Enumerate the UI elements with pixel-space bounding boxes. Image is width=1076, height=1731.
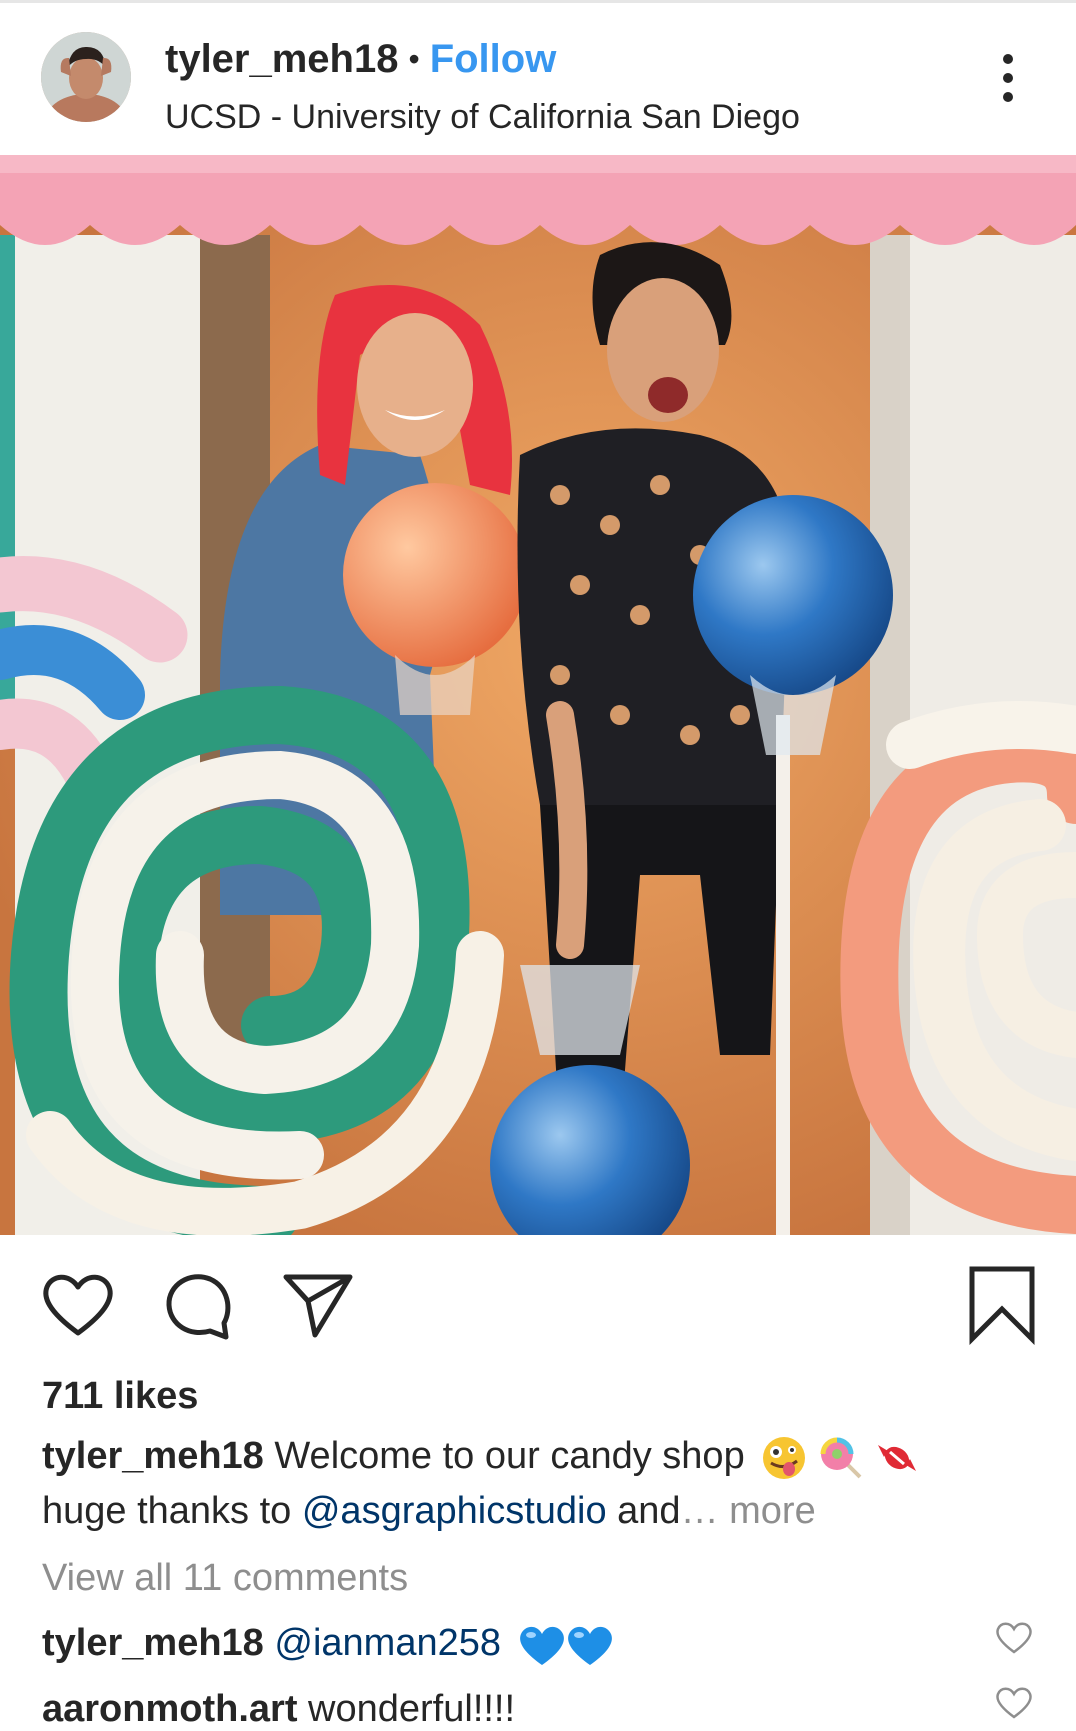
small-heart-icon[interactable] [994,1683,1034,1723]
heart-outline-icon[interactable] [38,1265,118,1345]
separator-dot: • [408,40,420,77]
action-bar [0,1265,1076,1345]
follow-button[interactable]: Follow [430,37,557,82]
caption-mention[interactable]: @asgraphicstudio [302,1490,607,1532]
caption-emojis [761,1435,920,1481]
caption-line2-prefix: huge thanks to [42,1490,302,1532]
more-link[interactable]: more [719,1490,816,1532]
view-all-comments-link[interactable]: View all 11 comments [42,1557,408,1600]
caption-line2-suffix: and [606,1490,681,1532]
comment-row: tyler_meh18 @ianman258 [42,1622,614,1667]
comment-username[interactable]: aaronmoth.art [42,1688,297,1730]
lollipop-emoji-icon [820,1437,862,1479]
caption-text: Welcome to our candy shop [274,1435,745,1478]
vertical-ellipsis-icon[interactable] [990,50,1026,106]
comment-row: aaronmoth.art wonderful!!!! [42,1688,515,1731]
post-photo[interactable] [0,155,1076,1235]
small-heart-icon[interactable] [994,1618,1034,1658]
zany-face-emoji-icon [763,1437,806,1479]
comment-emojis [518,1622,614,1667]
caption-line-2: huge thanks to @asgraphicstudio and… mor… [42,1490,816,1533]
avatar[interactable] [41,32,131,122]
likes-count[interactable]: 711 likes [42,1375,198,1418]
blue-heart-emoji-icon [567,1627,612,1666]
caption-ellipsis: … [680,1490,719,1532]
caption-username[interactable]: tyler_meh18 [42,1435,264,1477]
candy-emoji-icon [878,1445,917,1471]
post-header: tyler_meh18 • Follow UCSD - University o… [0,0,1076,155]
paper-plane-icon[interactable] [278,1265,358,1345]
post-username[interactable]: tyler_meh18 [165,37,398,82]
caption-line-1: tyler_meh18 Welcome to our candy shop [42,1435,920,1481]
candy-shop-photo [0,155,1076,1235]
comment-text: wonderful!!!! [308,1688,516,1730]
bookmark-outline-icon[interactable] [962,1265,1042,1345]
post-location[interactable]: UCSD - University of California San Dieg… [165,98,800,137]
blue-heart-emoji-icon [519,1627,564,1666]
username-row: tyler_meh18 • Follow [165,34,556,84]
comment-mention[interactable]: @ianman258 [274,1622,501,1664]
comment-username[interactable]: tyler_meh18 [42,1622,264,1664]
speech-bubble-icon[interactable] [158,1265,238,1345]
